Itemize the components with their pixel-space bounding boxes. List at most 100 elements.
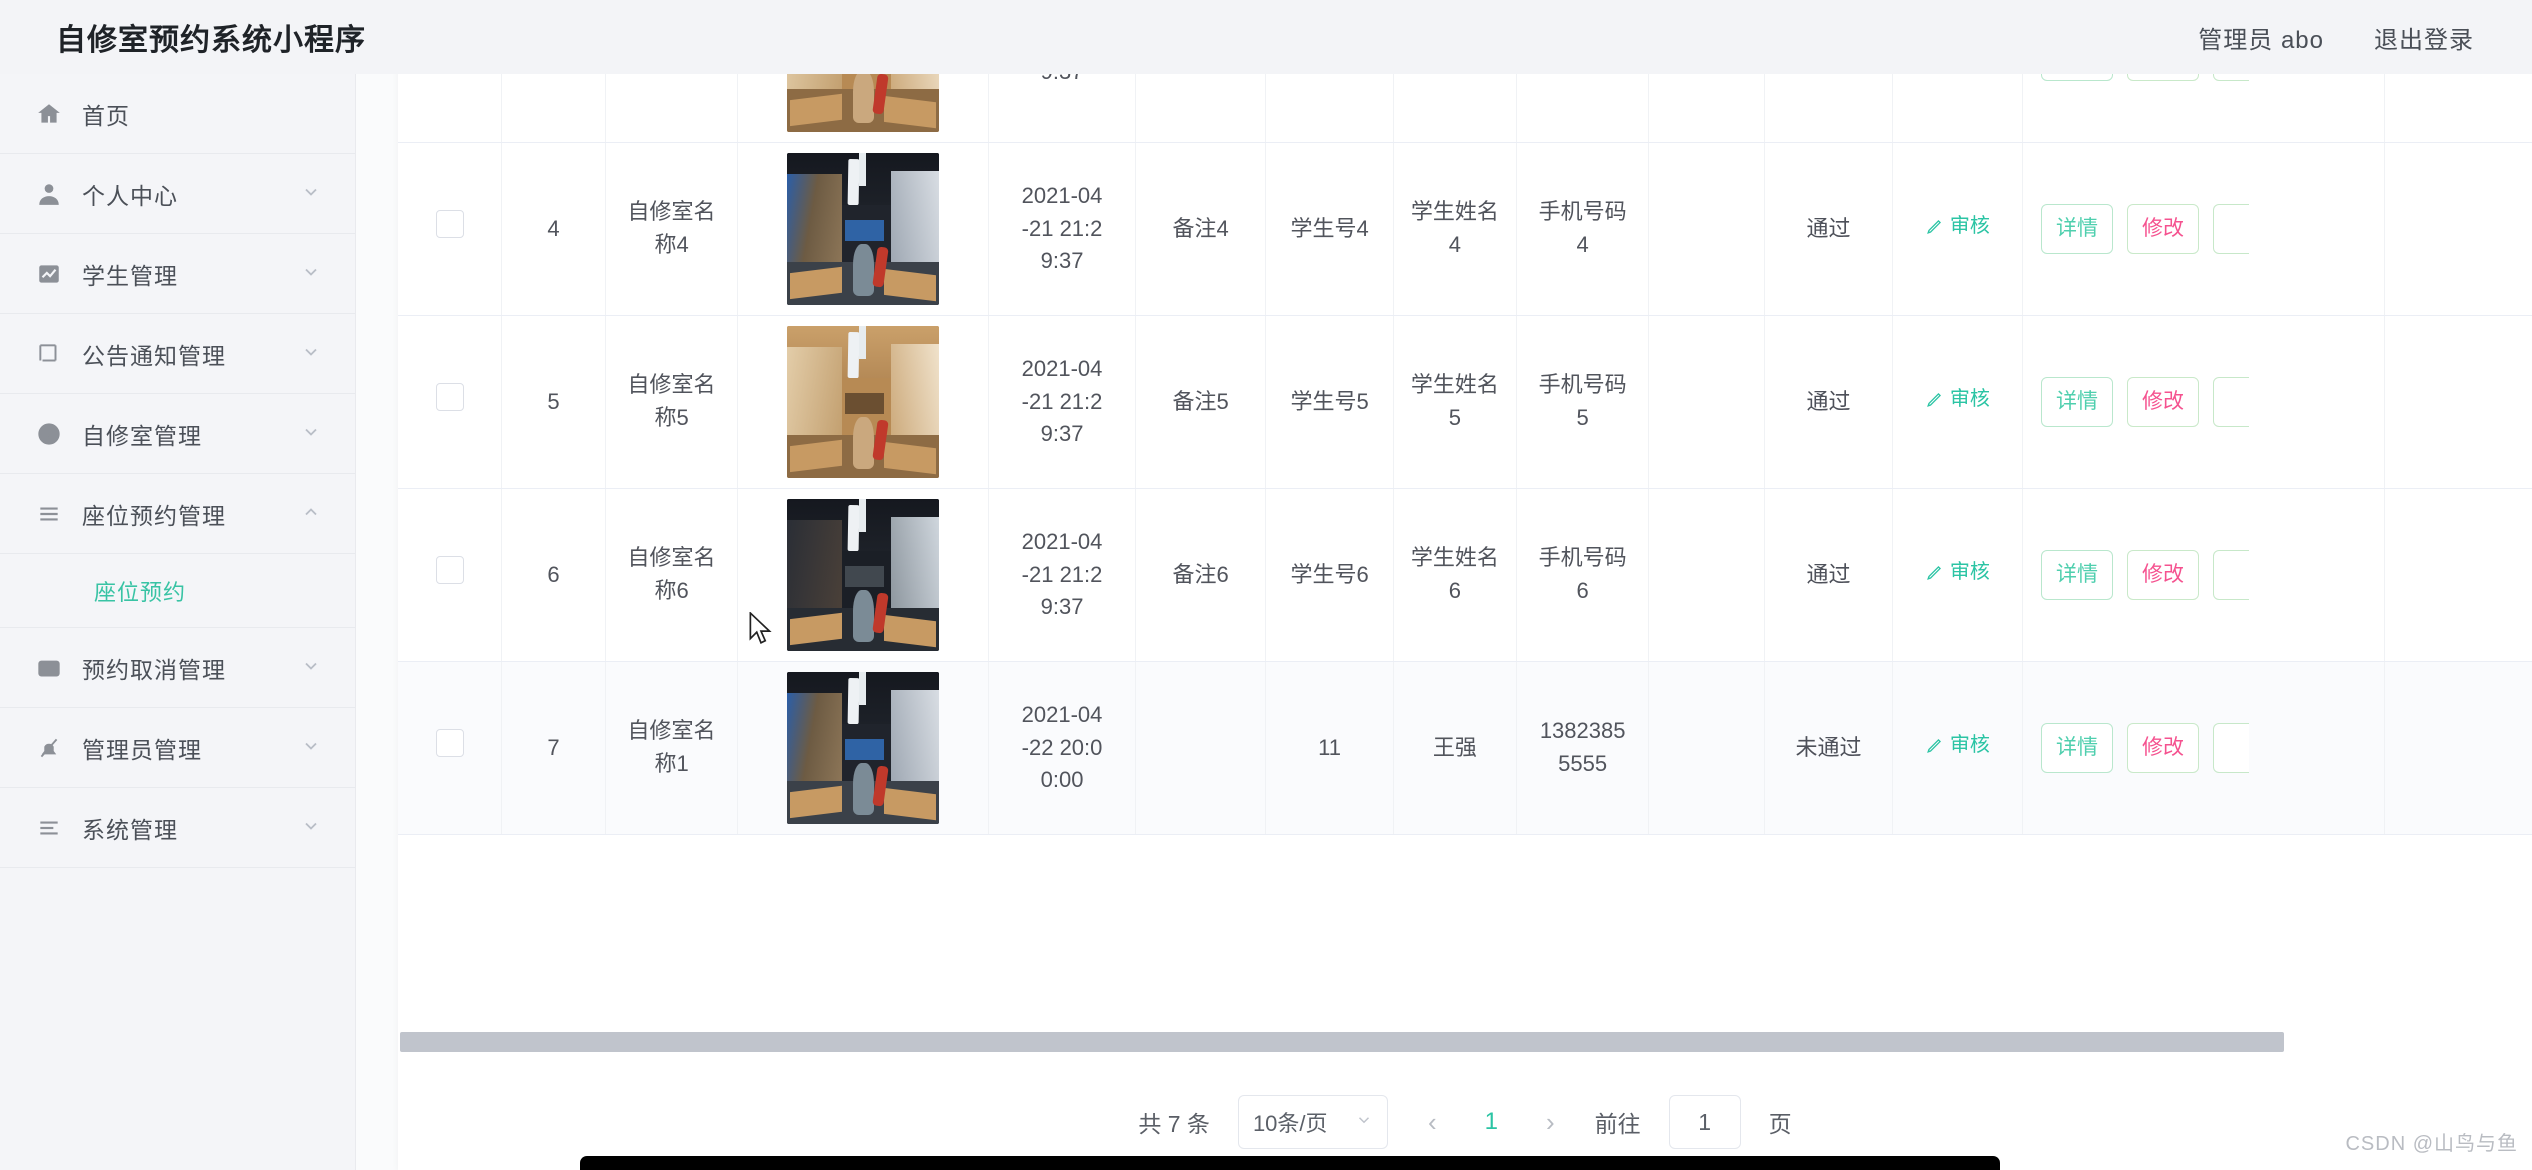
sidebar-item-4[interactable]: 自修室管理: [0, 394, 355, 474]
edit-button[interactable]: 修改: [2127, 550, 2199, 600]
cell-remark: 备注6: [1135, 488, 1267, 662]
next-page-button[interactable]: ›: [1534, 1107, 1567, 1138]
cell-room-name: 自修室名 称6: [605, 488, 739, 662]
edit-button[interactable]: 修改: [2127, 723, 2199, 773]
row-checkbox-cell[interactable]: [398, 142, 503, 316]
row-action-buttons: 详情修改 x: [2029, 723, 2378, 773]
cell-audit[interactable]: 审核: [1892, 74, 2024, 143]
cell-operations[interactable]: 详情修改 x: [2022, 661, 2385, 835]
sidebar-item-6[interactable]: 预约取消管理: [0, 628, 355, 708]
row-checkbox[interactable]: [435, 556, 464, 585]
audit-link[interactable]: 审核: [1925, 212, 1990, 242]
cell-tail: [2384, 142, 2532, 316]
delete-button-partial[interactable]: x: [2213, 204, 2249, 254]
row-checkbox-cell[interactable]: [398, 74, 503, 143]
logout-button[interactable]: 退出登录: [2374, 20, 2474, 55]
edit-button[interactable]: 修改: [2127, 377, 2199, 427]
cell-audit[interactable]: 审核: [1892, 315, 2024, 489]
detail-button[interactable]: 详情: [2041, 723, 2113, 773]
edit-button[interactable]: 修改: [2127, 74, 2199, 81]
chevron-down-icon: [301, 422, 321, 446]
page-number-1[interactable]: 1: [1477, 1108, 1506, 1136]
status-badge: 通过: [1806, 215, 1851, 241]
row-checkbox-cell[interactable]: [398, 315, 503, 489]
sidebar-item-8[interactable]: 系统管理: [0, 788, 355, 868]
cell-student-name: 学生姓名 4: [1393, 142, 1517, 316]
cell-operations[interactable]: 详情修改 x: [2022, 142, 2385, 316]
page-title: 自修室预约系统小程序: [56, 24, 366, 57]
row-checkbox[interactable]: [435, 383, 464, 412]
table-row[interactable]: 5 自修室名 称5 2021-04 -21 21:2 9:37 备注5 学生号5 学生姓名 5 手机…: [398, 315, 2532, 489]
room-thumbnail-image: [787, 326, 940, 478]
delete-button-partial[interactable]: x: [2213, 723, 2249, 773]
cell-room-image: [737, 74, 990, 143]
detail-button[interactable]: 详情: [2041, 204, 2113, 254]
row-checkbox[interactable]: [435, 210, 464, 239]
cell-room-name: 称3: [605, 74, 739, 143]
sidebar-item-0[interactable]: 首页: [0, 74, 355, 154]
pencil-icon: [1927, 739, 1941, 754]
cell-operations[interactable]: 详情修改 x: [2022, 488, 2385, 662]
reservation-table: 3称3-21 21:29:37备注3学生号333通过审核详情修改x4自修室名称4…: [398, 74, 2532, 835]
cell-id: 6: [501, 488, 606, 662]
cell-student-no: 学生号4: [1265, 142, 1394, 316]
sidebar-item-3[interactable]: 公告通知管理: [0, 314, 355, 394]
chevron-down-icon: [301, 342, 321, 366]
edit-button[interactable]: 修改: [2127, 204, 2199, 254]
table-row[interactable]: 7 自修室名 称1 2021-04 -22 20:0 0:00 11 王强 1382385 555…: [398, 661, 2532, 835]
row-checkbox-cell[interactable]: [398, 488, 503, 662]
total-count-label: 共 7 条: [1138, 1111, 1210, 1137]
cell-room-name: 自修室名 称1: [605, 661, 739, 835]
sidebar-item-label: 座位预约管理: [82, 502, 226, 529]
page-size-select[interactable]: 10条/页: [1237, 1095, 1388, 1149]
delete-button-partial[interactable]: x: [2213, 377, 2249, 427]
cell-audit[interactable]: 审核: [1892, 661, 2024, 835]
sidebar-item-label: 学生管理: [82, 262, 178, 289]
sidebar-item-label: 预约取消管理: [82, 656, 226, 683]
table-row[interactable]: 4 自修室名 称4 2021-04 -21 21:2 9:37 备注4 学生号4 学生姓名 4 手机…: [398, 142, 2532, 316]
cell-operations[interactable]: 详情 修改 x: [2022, 74, 2385, 143]
detail-button[interactable]: 详情: [2041, 74, 2113, 81]
detail-button[interactable]: 详情: [2041, 550, 2113, 600]
goto-page-input[interactable]: [1668, 1095, 1741, 1149]
cell-audit[interactable]: 审核: [1892, 488, 2024, 662]
sidebar-item-label: 首页: [82, 102, 130, 129]
sidebar-item-1[interactable]: 个人中心: [0, 154, 355, 234]
sidebar-nav: 首页个人中心学生管理公告通知管理自修室管理座位预约管理座位预约预约取消管理 管理员…: [0, 74, 356, 1170]
room-thumbnail-image: [787, 672, 940, 824]
table-horizontal-scrollbar[interactable]: [398, 1030, 2532, 1054]
cell-room-image: [737, 488, 990, 662]
table-row[interactable]: 6 自修室名 称6 2021-04 -21 21:2 9:37 备注6 学生号6 学生姓名 6 手机…: [398, 488, 2532, 662]
table-row[interactable]: 3称3-21 21:29:37备注3学生号333通过审核详情修改x: [398, 74, 2532, 143]
detail-button[interactable]: 详情: [2041, 377, 2113, 427]
app-header: 自修室预约系统小程序 管理员 abo 退出登录: [0, 0, 2532, 74]
reservation-table-wrap: 3称3-21 21:29:37备注3学生号333通过审核详情修改x4自修室名称4…: [398, 74, 2532, 1027]
delete-button-partial[interactable]: x: [2213, 74, 2249, 81]
cell-audit[interactable]: 审核: [1892, 142, 2024, 316]
sidebar-item-7[interactable]: 管理员管理: [0, 708, 355, 788]
scrollbar-thumb[interactable]: [400, 1032, 2284, 1052]
sidebar-item-2[interactable]: 学生管理: [0, 234, 355, 314]
cell-student-name: 学生姓名 6: [1393, 488, 1517, 662]
cell-student-name: 学生姓名 5: [1393, 315, 1517, 489]
row-checkbox-cell[interactable]: [398, 661, 503, 835]
sidebar-item-label: 公告通知管理: [82, 342, 226, 369]
audit-link[interactable]: 审核: [1925, 385, 1990, 415]
row-checkbox[interactable]: [435, 729, 464, 758]
sidebar-subitem-seat-reservation[interactable]: 座位预约: [0, 554, 355, 628]
audit-link[interactable]: 审核: [1925, 731, 1990, 761]
pencil-icon: [1927, 220, 1941, 235]
chevron-down-icon: [301, 262, 321, 286]
list-icon: [34, 499, 64, 529]
audit-link[interactable]: 审核: [1925, 558, 1990, 588]
cell-operations[interactable]: 详情修改 x: [2022, 315, 2385, 489]
delete-button-partial[interactable]: x: [2213, 550, 2249, 600]
room-thumbnail-image: [787, 499, 940, 651]
cell-student-name: 3: [1393, 74, 1517, 143]
room-thumbnail-image: [787, 74, 940, 132]
main-content: 3称3-21 21:29:37备注3学生号333通过审核详情修改x4自修室名称4…: [356, 74, 2532, 1170]
sidebar-item-5[interactable]: 座位预约管理: [0, 474, 355, 554]
prev-page-button[interactable]: ‹: [1416, 1107, 1449, 1138]
sidebar-item-label: 管理员管理: [82, 736, 202, 763]
row-action-buttons: 详情修改 x: [2029, 377, 2378, 427]
